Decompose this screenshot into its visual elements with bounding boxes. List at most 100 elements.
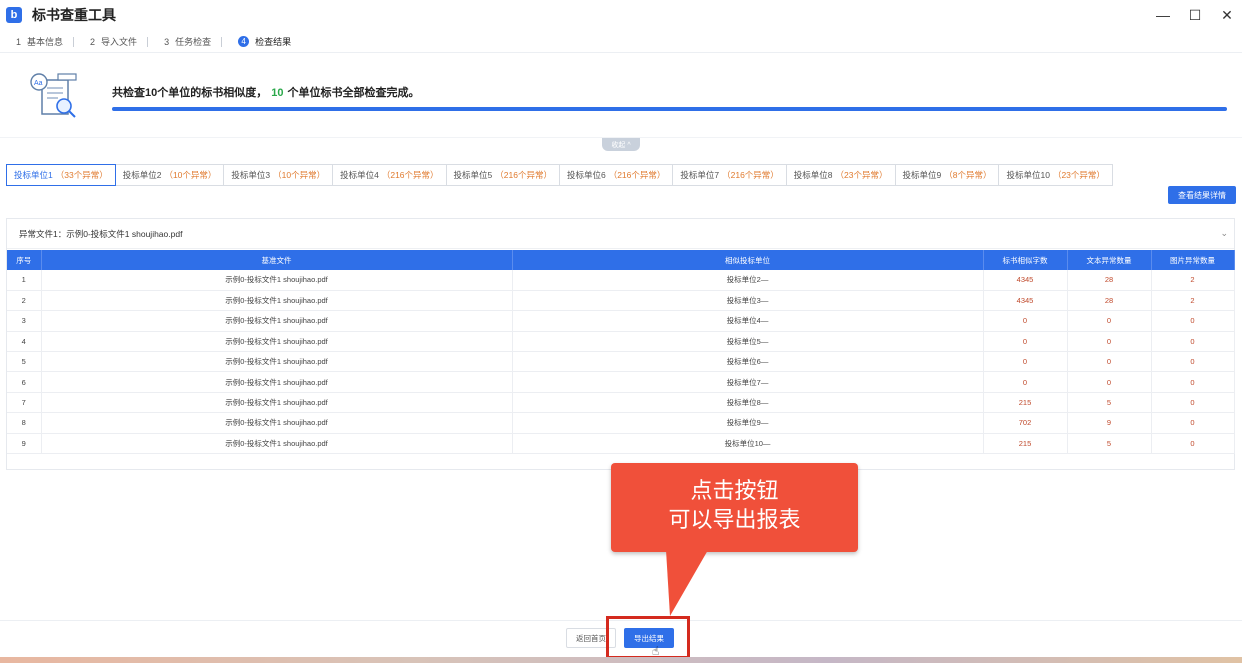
cell-similar-chars: 0 (983, 310, 1068, 332)
summary-suffix: 个单位标书全部检查完成。 (287, 87, 420, 99)
collapse-toggle[interactable]: 收起 ^ (602, 138, 640, 151)
header-similar-chars: 标书相似字数 (983, 250, 1068, 270)
cell-index: 8 (7, 412, 42, 434)
cell-similar-unit: 投标单位4— (512, 310, 984, 332)
cell-image-abnormal: 2 (1151, 290, 1235, 312)
title-bar: b 标书查重工具 — ☐ ✕ (0, 0, 1242, 30)
unit-tab-5[interactable]: 投标单位5 （216个异常） (445, 164, 560, 186)
cell-similar-chars: 4345 (983, 270, 1068, 291)
cell-similar-chars: 0 (983, 351, 1068, 373)
step-label: 任务检查 (175, 37, 212, 47)
callout-line-2: 可以导出报表 (668, 507, 801, 532)
tooltip-callout: 点击按钮 可以导出报表 (611, 463, 858, 552)
abnormal-file-panel: 异常文件1：示例0-投标文件1 shoujihao.pdf ⌄ 序号 基准文件 … (6, 218, 1235, 470)
table-row[interactable]: 6 示例0-投标文件1 shoujihao.pdf 投标单位7— 0 0 0 (7, 371, 1235, 393)
table-row[interactable]: 7 示例0-投标文件1 shoujihao.pdf 投标单位8— 215 5 0 (7, 392, 1235, 414)
cell-image-abnormal: 0 (1151, 331, 1235, 353)
step-import-files[interactable]: 2 导入文件 (74, 35, 147, 48)
view-details-button[interactable]: 查看结果详情 (1168, 186, 1236, 204)
chevron-down-icon[interactable]: ⌄ (1220, 228, 1228, 239)
unit-tab-label: 投标单位6 (566, 170, 606, 180)
cell-image-abnormal: 0 (1151, 412, 1235, 434)
cell-index: 4 (7, 331, 42, 353)
unit-tab-count: （10个异常） (164, 170, 217, 180)
cell-similar-unit: 投标单位5— (512, 331, 984, 353)
step-label: 基本信息 (27, 37, 64, 47)
table-row[interactable]: 8 示例0-投标文件1 shoujihao.pdf 投标单位9— 702 9 0 (7, 412, 1235, 434)
cell-similar-unit: 投标单位6— (512, 351, 984, 373)
maximize-button[interactable]: ☐ (1180, 0, 1210, 30)
table-row[interactable]: 1 示例0-投标文件1 shoujihao.pdf 投标单位2— 4345 28 2 (7, 270, 1235, 291)
svg-text:Aa: Aa (34, 80, 43, 87)
table-header-row: 序号 基准文件 相似投标单位 标书相似字数 文本异常数量 图片异常数量 (7, 250, 1235, 270)
summary-card: Aa 共检查10个单位的标书相似度， 10 个单位标书全部检查完成。 (0, 54, 1242, 138)
cell-index: 3 (7, 310, 42, 332)
file-header[interactable]: 异常文件1：示例0-投标文件1 shoujihao.pdf ⌄ (7, 219, 1234, 249)
close-button[interactable]: ✕ (1212, 0, 1242, 30)
table-row[interactable]: 4 示例0-投标文件1 shoujihao.pdf 投标单位5— 0 0 0 (7, 331, 1235, 353)
cell-similar-unit: 投标单位10— (512, 433, 984, 455)
unit-tab-count: （33个异常） (55, 170, 108, 180)
cell-index: 9 (7, 433, 42, 455)
app-title: 标书查重工具 (32, 7, 116, 23)
step-basic-info[interactable]: 1 基本信息 (0, 35, 73, 48)
unit-tab-3[interactable]: 投标单位3 （10个异常） (223, 164, 334, 186)
unit-tab-1[interactable]: 投标单位1 （33个异常） (6, 164, 116, 186)
unit-tab-9[interactable]: 投标单位9 （8个异常） (894, 164, 1000, 186)
unit-tab-label: 投标单位4 (340, 170, 379, 180)
cell-image-abnormal: 0 (1151, 310, 1235, 332)
cell-base-file: 示例0-投标文件1 shoujihao.pdf (41, 270, 513, 291)
cell-text-abnormal: 5 (1067, 433, 1152, 455)
unit-tab-6[interactable]: 投标单位6 （216个异常） (558, 164, 674, 186)
cell-similar-unit: 投标单位9— (512, 412, 984, 434)
cell-base-file: 示例0-投标文件1 shoujihao.pdf (41, 433, 513, 455)
callout-line-1: 点击按钮 (690, 478, 779, 503)
progress-fill (112, 107, 1227, 111)
step-number: 2 (90, 36, 96, 47)
table-row[interactable]: 5 示例0-投标文件1 shoujihao.pdf 投标单位6— 0 0 0 (7, 351, 1235, 373)
hand-cursor-icon: ☝ (652, 644, 660, 658)
unit-tab-label: 投标单位7 (680, 170, 720, 180)
header-similar-unit: 相似投标单位 (512, 250, 984, 270)
unit-tab-count: （216个异常） (495, 170, 552, 180)
cell-text-abnormal: 28 (1067, 270, 1152, 291)
results-table: 序号 基准文件 相似投标单位 标书相似字数 文本异常数量 图片异常数量 1 示例0… (7, 250, 1235, 455)
step-task-check[interactable]: 3 任务检查 (148, 35, 221, 48)
unit-tab-label: 投标单位9 (902, 170, 942, 180)
table-body: 1 示例0-投标文件1 shoujihao.pdf 投标单位2— 4345 28 2 2 示例… (7, 270, 1235, 455)
table-row[interactable]: 3 示例0-投标文件1 shoujihao.pdf 投标单位4— 0 0 0 (7, 310, 1235, 332)
unit-tab-10[interactable]: 投标单位10 （23个异常） (998, 164, 1113, 186)
unit-tab-8[interactable]: 投标单位8 （23个异常） (785, 164, 896, 186)
cell-image-abnormal: 0 (1151, 392, 1235, 414)
cell-similar-chars: 215 (983, 433, 1068, 455)
table-row[interactable]: 2 示例0-投标文件1 shoujihao.pdf 投标单位3— 4345 28 2 (7, 290, 1235, 312)
minimize-button[interactable]: — (1148, 0, 1178, 30)
unit-tab-count: （10个异常） (273, 170, 326, 180)
app-logo-icon: b (6, 7, 22, 23)
cell-text-abnormal: 9 (1067, 412, 1152, 434)
step-number: 4 (238, 36, 250, 47)
cell-index: 5 (7, 351, 42, 373)
cell-similar-chars: 215 (983, 392, 1068, 414)
header-base-file: 基准文件 (41, 250, 513, 270)
window-controls: — ☐ ✕ (1146, 0, 1242, 30)
header-image-abnormal: 图片异常数量 (1151, 250, 1235, 270)
unit-tab-2[interactable]: 投标单位2 （10个异常） (114, 164, 225, 186)
table-row[interactable]: 9 示例0-投标文件1 shoujihao.pdf 投标单位10— 215 5 0 (7, 433, 1235, 455)
cell-similar-chars: 4345 (983, 290, 1068, 312)
cell-similar-chars: 0 (983, 371, 1068, 393)
progress-bar (112, 107, 1227, 111)
unit-tab-label: 投标单位10 (1006, 170, 1050, 180)
unit-tab-label: 投标单位8 (793, 170, 833, 180)
header-text-abnormal: 文本异常数量 (1067, 250, 1152, 270)
unit-tab-count: （216个异常） (608, 170, 666, 180)
step-label: 检查结果 (255, 37, 292, 47)
cell-image-abnormal: 0 (1151, 351, 1235, 373)
cell-text-abnormal: 0 (1067, 351, 1152, 373)
desktop-strip (0, 657, 1242, 663)
unit-tab-4[interactable]: 投标单位4 （216个异常） (332, 164, 447, 186)
unit-tab-label: 投标单位2 (122, 170, 162, 180)
unit-tab-7[interactable]: 投标单位7 （216个异常） (672, 164, 787, 186)
step-check-results[interactable]: 4 检查结果 (222, 35, 301, 48)
unit-tab-count: （8个异常） (944, 170, 992, 180)
